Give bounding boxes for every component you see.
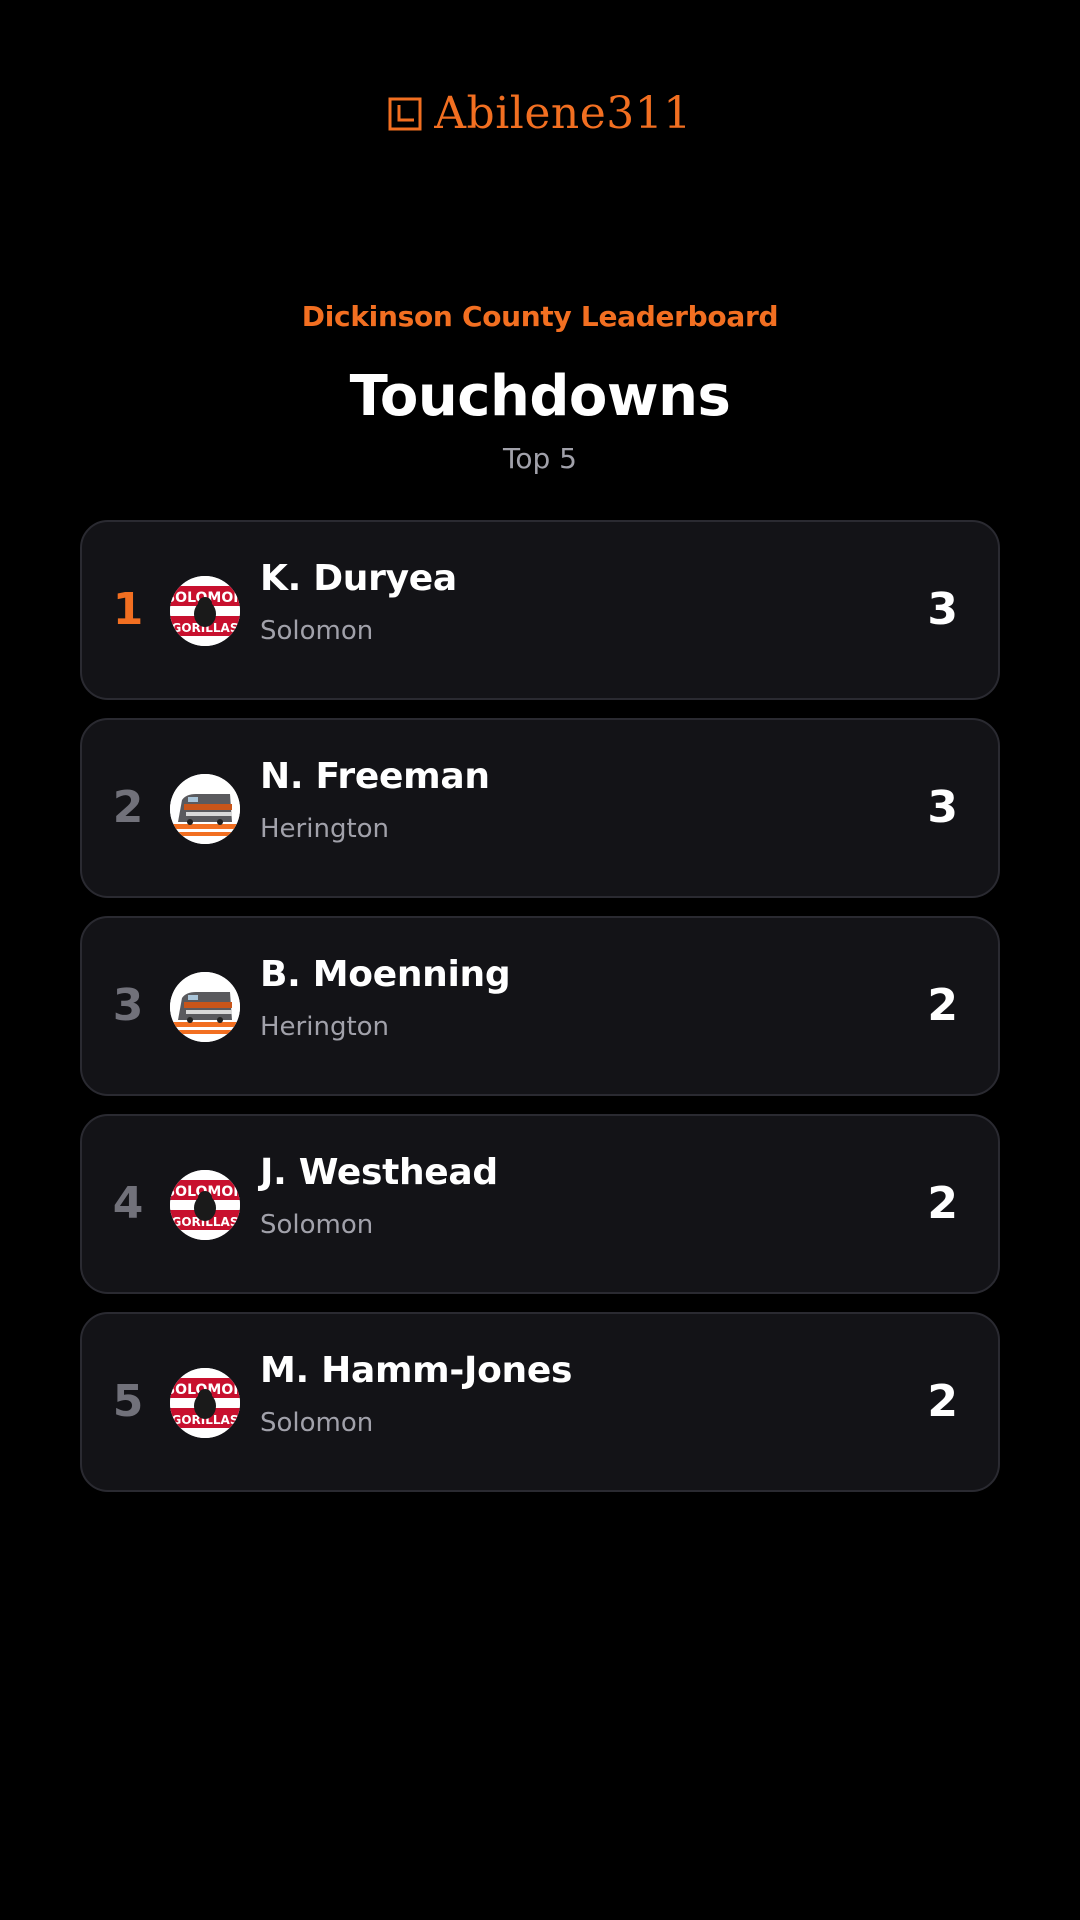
rank-number: 1 (112, 584, 144, 635)
team-name: Solomon (260, 616, 374, 646)
leaderboard-row[interactable]: 5 SOLOMON GORILLAS M. Hamm-Jones Solomon… (80, 1312, 1000, 1492)
player-name: N. Freeman (260, 756, 490, 797)
touchdown-count: 3 (927, 782, 958, 833)
touchdown-count: 2 (927, 980, 958, 1031)
leaderboard-row[interactable]: 1 SOLOMON GORILLAS K. Duryea Solomon 3 (80, 520, 1000, 700)
player-name: J. Westhead (260, 1152, 498, 1193)
solomon-gorillas-logo-icon: SOLOMON GORILLAS (170, 576, 240, 646)
brand-name: Abilene311 (434, 88, 692, 139)
herington-train-logo-icon (170, 774, 240, 844)
player-name: K. Duryea (260, 558, 457, 599)
team-name: Herington (260, 814, 390, 844)
leaderboard-row[interactable]: 4 SOLOMON GORILLAS J. Westhead Solomon 2 (80, 1114, 1000, 1294)
leaderboard-list: 1 SOLOMON GORILLAS K. Duryea Solomon 3 2 (80, 520, 1000, 1492)
rank-number: 4 (112, 1178, 144, 1229)
abilene311-logo-icon (388, 97, 422, 131)
leaderboard-row[interactable]: 2 N. Freeman Herington 3 (80, 718, 1000, 898)
rank-number: 3 (112, 980, 144, 1031)
rank-number: 5 (112, 1376, 144, 1427)
page-subtitle: Top 5 (503, 442, 577, 475)
touchdown-count: 3 (927, 584, 958, 635)
rank-number: 2 (112, 782, 144, 833)
page-title: Touchdowns (349, 364, 731, 429)
team-name: Solomon (260, 1408, 374, 1438)
herington-train-logo-icon (170, 972, 240, 1042)
touchdown-count: 2 (927, 1178, 958, 1229)
solomon-gorillas-logo-icon: SOLOMON GORILLAS (170, 1368, 240, 1438)
leaderboard-eyebrow: Dickinson County Leaderboard (301, 300, 779, 333)
team-name: Solomon (260, 1210, 374, 1240)
solomon-gorillas-logo-icon: SOLOMON GORILLAS (170, 1170, 240, 1240)
team-name: Herington (260, 1012, 390, 1042)
player-name: M. Hamm-Jones (260, 1350, 573, 1391)
touchdown-count: 2 (927, 1376, 958, 1427)
brand-logo[interactable]: Abilene311 (0, 92, 1080, 136)
player-name: B. Moenning (260, 954, 511, 995)
leaderboard-row[interactable]: 3 B. Moenning Herington 2 (80, 916, 1000, 1096)
